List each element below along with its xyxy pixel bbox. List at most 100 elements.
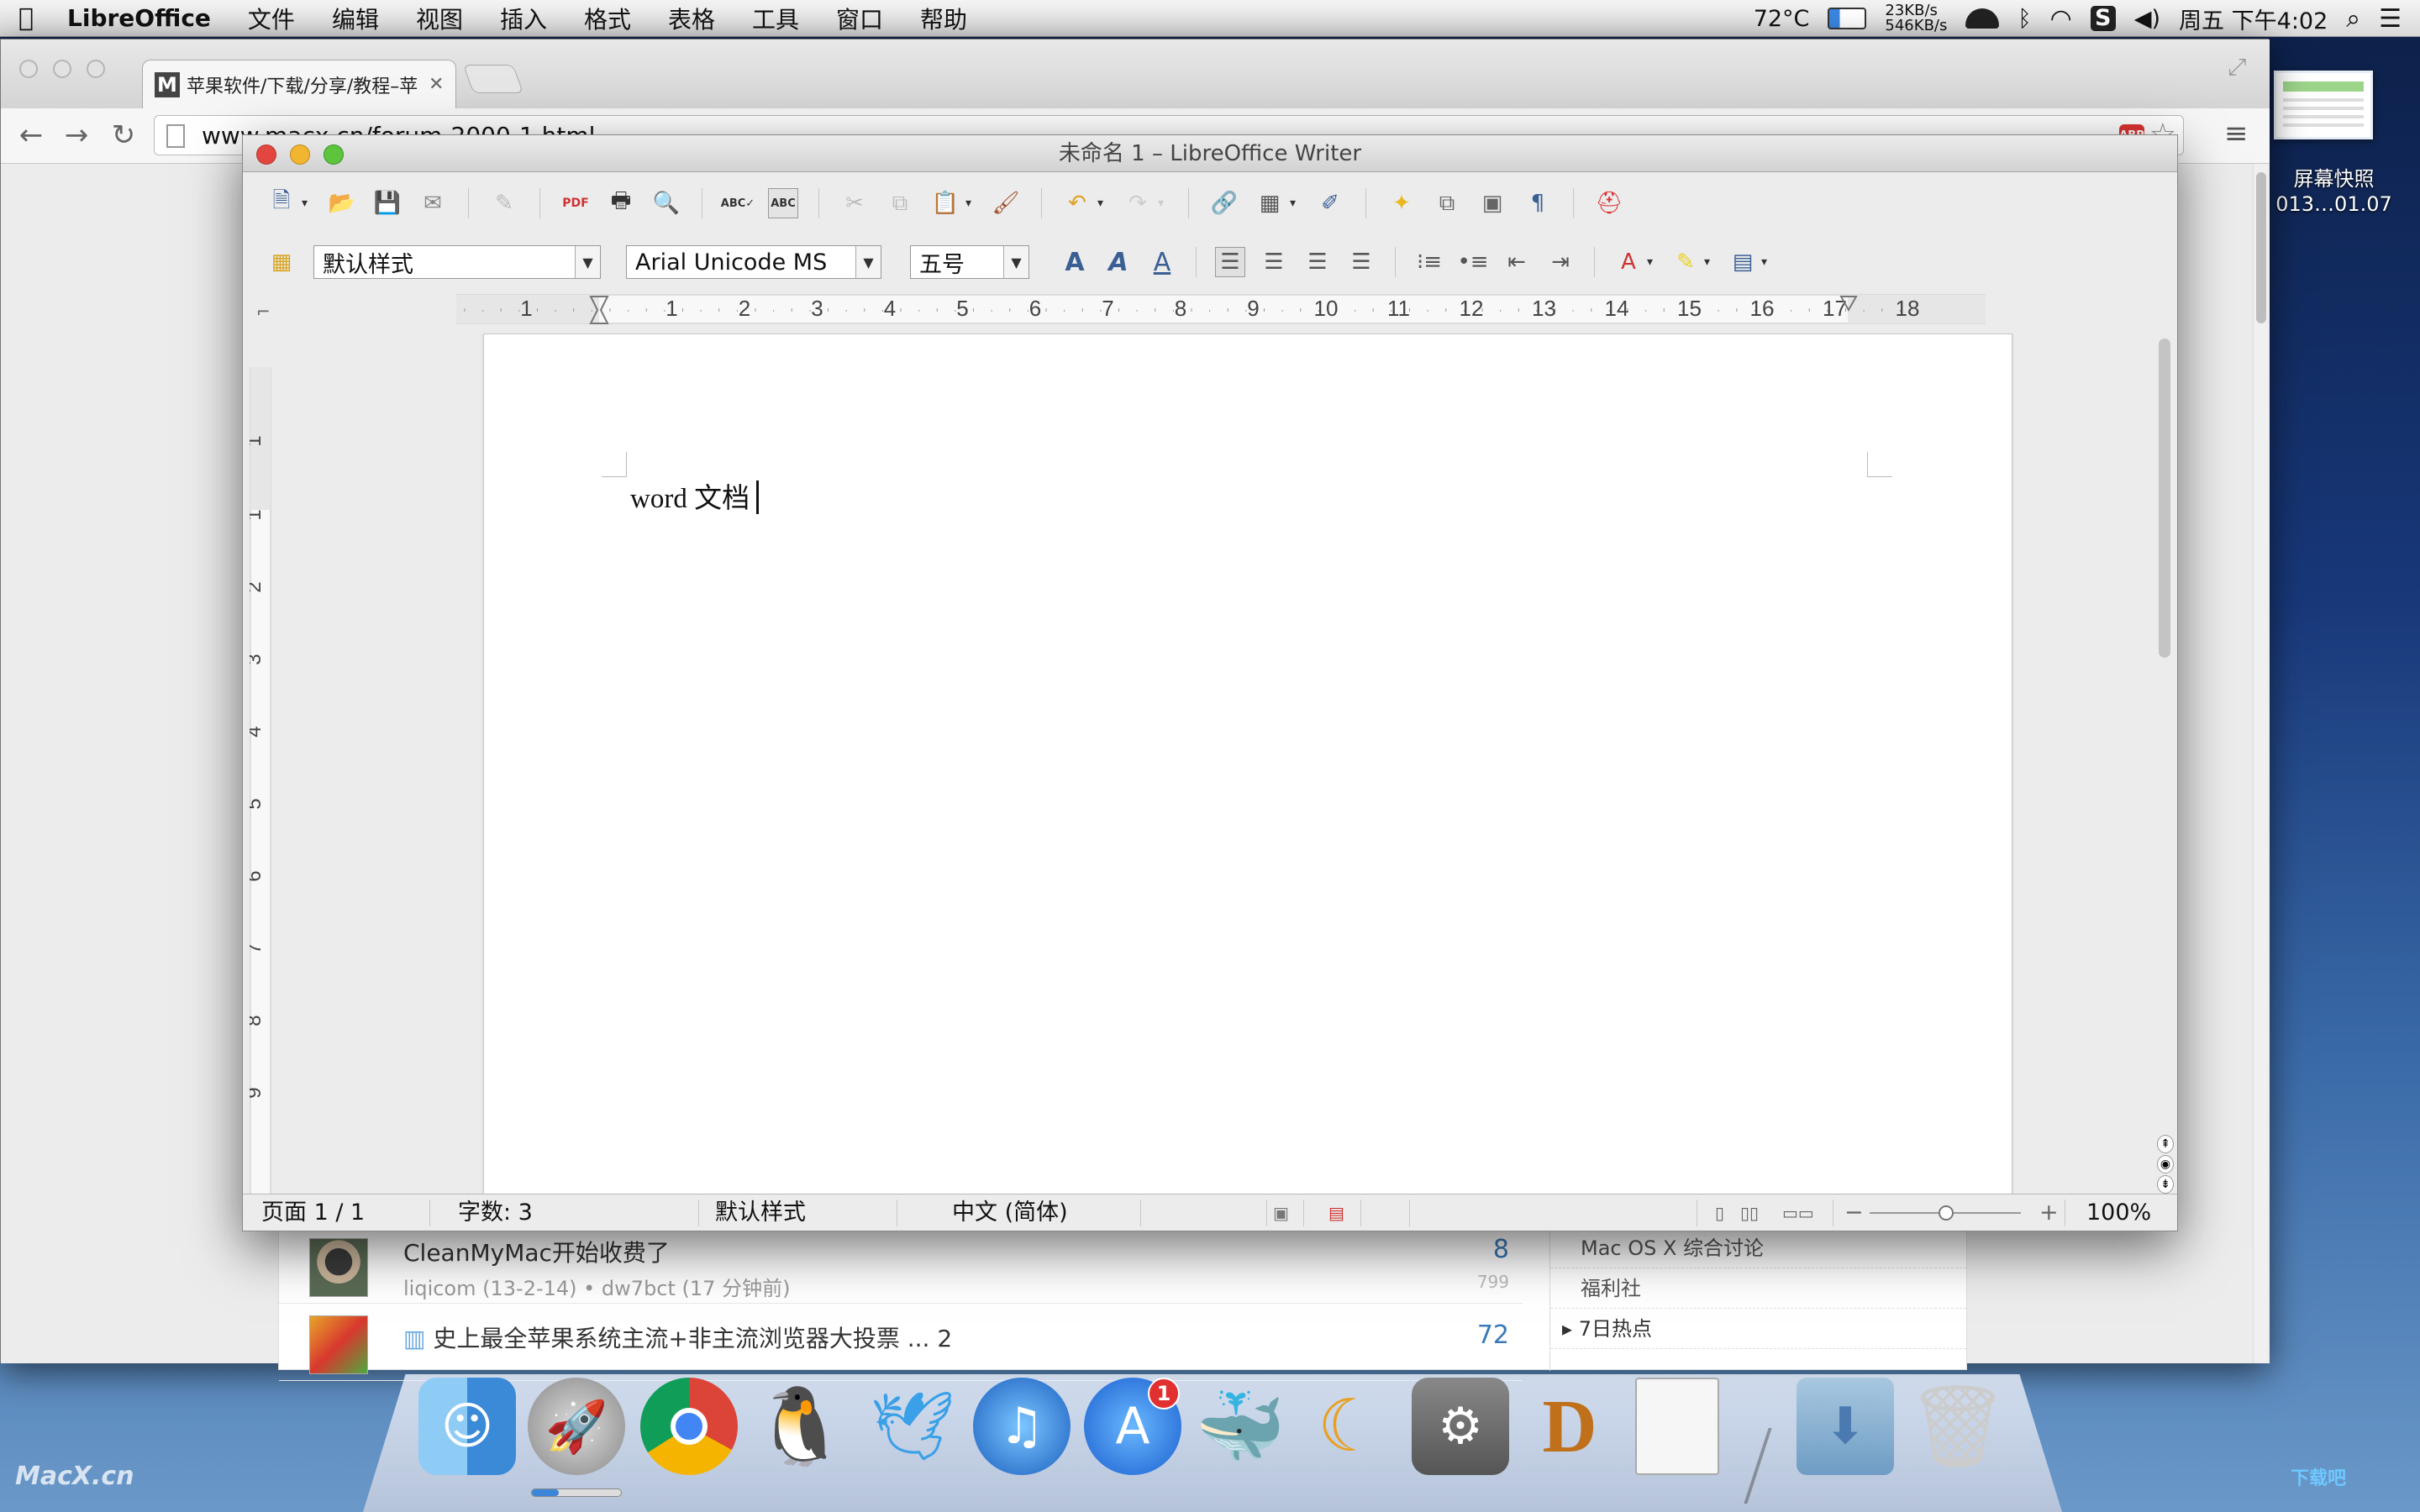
paste-icon[interactable]: 📋 (930, 188, 960, 218)
previous-page-icon[interactable]: ⇞ (2157, 1135, 2174, 1153)
menu-format[interactable]: 格式 (566, 2, 650, 35)
scroll-thumb[interactable] (2256, 172, 2266, 323)
menu-edit[interactable]: 编辑 (313, 2, 397, 35)
menu-insert[interactable]: 插入 (481, 2, 566, 35)
undo-icon[interactable]: ↶ (1062, 188, 1092, 218)
status-word-count[interactable]: 字数: 3 (458, 1194, 533, 1231)
zoom-in-icon[interactable]: + (2039, 1194, 2059, 1231)
font-size-dropdown-icon[interactable]: ▼ (1003, 246, 1028, 278)
table-icon[interactable]: ▦ (1255, 188, 1285, 218)
save-icon[interactable]: 💾 (372, 188, 402, 218)
browser-minimize-button[interactable] (53, 60, 71, 78)
increase-indent-icon[interactable]: ⇥ (1545, 247, 1576, 277)
side-hot[interactable]: ▸ 7日热点 (1550, 1309, 1966, 1349)
hat-icon[interactable] (1965, 8, 2000, 29)
bluetooth-icon[interactable]: ᛒ (2018, 6, 2031, 32)
hyperlink-icon[interactable]: 🔗 (1209, 188, 1239, 218)
notification-center-icon[interactable]: ☰ (2379, 4, 2402, 34)
browser-close-button[interactable] (19, 60, 38, 78)
formatting-marks-icon[interactable]: ¶ (1523, 188, 1553, 218)
writer-minimize-button[interactable] (290, 144, 310, 165)
net-speed[interactable]: 23KB/s 546KB/s (1885, 3, 1947, 34)
writer-vertical-scrollbar[interactable]: ⇞ ◉ ⇟ (2155, 333, 2175, 1207)
font-name-dropdown-icon[interactable]: ▼ (855, 246, 881, 278)
justify-icon[interactable]: ☰ (1346, 247, 1376, 277)
align-center-icon[interactable]: ☰ (1259, 247, 1289, 277)
open-icon[interactable]: 📂 (327, 188, 357, 218)
tab-close-icon[interactable]: ✕ (429, 74, 444, 95)
font-color-dropdown-icon[interactable]: ▾ (1647, 255, 1657, 269)
help-icon[interactable]: ⛑ (1594, 188, 1624, 218)
cut-icon[interactable]: ✂ (839, 188, 870, 218)
redo-dropdown-icon[interactable]: ▾ (1158, 197, 1168, 210)
find-replace-icon[interactable]: ✦ (1386, 188, 1417, 218)
background-color-dropdown-icon[interactable]: ▾ (1761, 255, 1771, 269)
menu-view[interactable]: 视图 (397, 2, 481, 35)
email-icon[interactable]: ✉ (418, 188, 448, 218)
multi-page-view-icon[interactable]: ▯▯ (1740, 1194, 1759, 1231)
chrome-icon[interactable] (640, 1378, 738, 1475)
post-title[interactable]: ▥ 史上最全苹果系统主流+非主流浏览器大投票 ... 2 (403, 1320, 952, 1354)
trash-icon[interactable]: 🗑 (1907, 1378, 2009, 1475)
bold-icon[interactable]: A (1060, 247, 1090, 277)
menu-help[interactable]: 帮助 (902, 2, 986, 35)
paste-dropdown-icon[interactable]: ▾ (965, 197, 976, 210)
zoom-out-icon[interactable]: − (1844, 1194, 1864, 1231)
styles-formatting-icon[interactable]: ▦ (266, 247, 297, 277)
side-link-osx[interactable]: Mac OS X 综合讨论 (1550, 1228, 1966, 1268)
sync-icon[interactable]: S (2090, 6, 2116, 31)
zoom-level[interactable]: 100% (2086, 1194, 2151, 1231)
downloads-folder-icon[interactable]: ⬇ (1797, 1378, 1894, 1475)
clone-formatting-icon[interactable]: 🖌 (991, 188, 1021, 218)
desktop-screenshot-label[interactable]: 屏幕快照 013…01.07 (2260, 166, 2407, 217)
browser-scrollbar[interactable] (2253, 164, 2268, 1363)
chrome-menu-icon[interactable]: ≡ (2224, 117, 2249, 150)
forum-post-row[interactable]: CleanMyMac开始收费了 liqicom (13-2-14) • dw7b… (279, 1228, 1523, 1304)
writer-zoom-button[interactable] (324, 144, 344, 165)
font-size-select[interactable]: 五号 ▼ (910, 245, 1029, 279)
status-page-style[interactable]: 默认样式 (715, 1194, 806, 1231)
diablo-icon[interactable]: D (1521, 1378, 1618, 1475)
selection-mode-icon[interactable]: ▣ (1273, 1194, 1289, 1231)
navigator-icon[interactable]: ⧉ (1432, 188, 1462, 218)
horizontal-ruler[interactable]: 1 1 2 3 4 5 6 7 8 9 10 11 12 13 14 15 16 17 18 (456, 291, 1986, 327)
post-title[interactable]: CleanMyMac开始收费了 (403, 1235, 670, 1268)
navigation-icon[interactable]: ◉ (2157, 1155, 2174, 1173)
menu-file[interactable]: 文件 (229, 2, 313, 35)
auto-spellcheck-icon[interactable]: ABC (768, 188, 798, 218)
copy-icon[interactable]: ⧉ (885, 188, 915, 218)
reload-icon[interactable]: ↻ (105, 117, 142, 154)
highlighting-dropdown-icon[interactable]: ▾ (1704, 255, 1714, 269)
cpu-meter-icon[interactable] (1828, 8, 1867, 29)
table-dropdown-icon[interactable]: ▾ (1290, 197, 1300, 210)
numbering-icon[interactable]: ⁝≡ (1414, 247, 1444, 277)
weibo-icon[interactable]: 🐳 (1192, 1378, 1289, 1475)
status-language[interactable]: 中文 (简体) (952, 1194, 1068, 1231)
paragraph-style-select[interactable]: 默认样式 ▼ (313, 245, 601, 279)
back-icon[interactable]: ← (13, 117, 50, 154)
side-link-fulishe[interactable]: 福利社 (1550, 1268, 1966, 1309)
zoom-slider-knob[interactable] (1939, 1205, 1954, 1221)
qq-icon[interactable]: 🐧 (751, 1378, 849, 1475)
tab-stop-selector[interactable]: ⌐ (256, 302, 271, 322)
writer-scroll-thumb[interactable] (2159, 339, 2170, 658)
writer-close-button[interactable] (256, 144, 276, 165)
gallery-icon[interactable]: ▣ (1477, 188, 1507, 218)
desktop-screenshot-thumbnail[interactable] (2274, 71, 2373, 139)
menu-window[interactable]: 窗口 (818, 2, 902, 35)
finder-icon[interactable]: ☺ (418, 1378, 516, 1475)
status-page[interactable]: 页面 1 / 1 (261, 1194, 365, 1231)
itunes-icon[interactable]: ♫ (973, 1378, 1071, 1475)
app-menu[interactable]: LibreOffice (52, 4, 229, 32)
system-preferences-icon[interactable]: ⚙ (1412, 1378, 1509, 1475)
document-text[interactable]: word 文档 (630, 475, 760, 516)
undo-dropdown-icon[interactable]: ▾ (1097, 197, 1107, 210)
next-page-icon[interactable]: ⇟ (2157, 1175, 2174, 1194)
temperature-readout[interactable]: 72°C (1754, 6, 1810, 32)
document-modified-icon[interactable]: ▤ (1328, 1194, 1344, 1231)
menu-table[interactable]: 表格 (650, 2, 734, 35)
vertical-ruler[interactable]: 1 1 2 3 4 5 6 7 8 9 (250, 367, 271, 1207)
print-preview-icon[interactable]: 🔍 (651, 188, 681, 218)
user-avatar[interactable] (309, 1315, 368, 1374)
zoom-slider[interactable] (1870, 1205, 2021, 1221)
